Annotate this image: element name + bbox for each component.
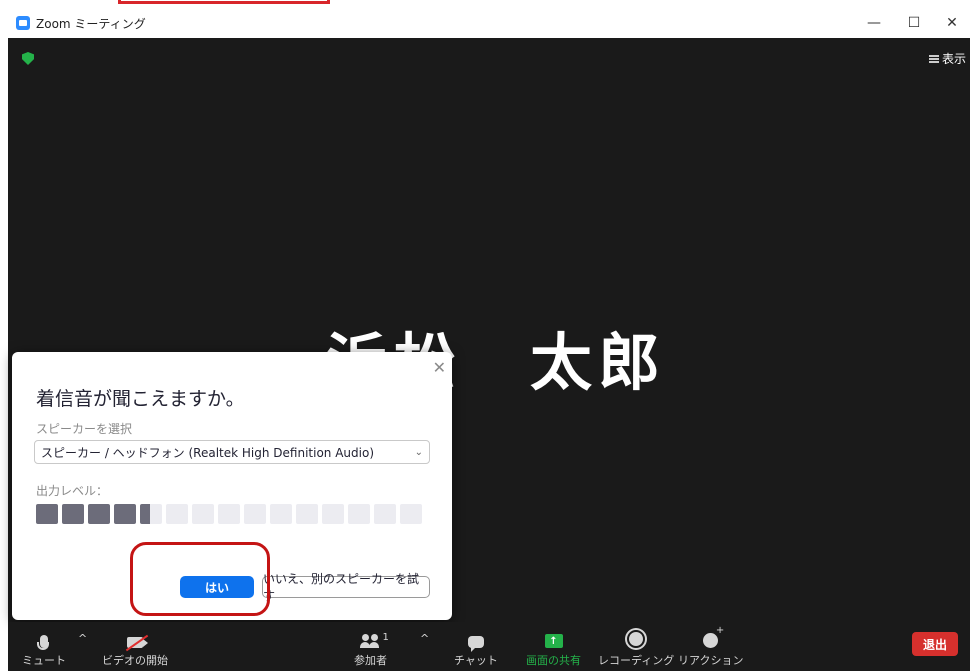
participants-options-caret-icon[interactable]: ^ [420,632,429,645]
share-screen-label: 画面の共有 [526,654,581,667]
video-off-icon [127,637,148,648]
level-segment [192,504,214,524]
dialog-close-icon[interactable]: ✕ [433,358,446,377]
level-segment [244,504,266,524]
chat-label: チャット [454,654,498,667]
annotation-highlight-circle [130,542,270,616]
reaction-label: リアクション [678,654,744,667]
level-segment [348,504,370,524]
record-button[interactable]: レコーディング [598,626,674,668]
microphone-icon [37,635,49,650]
level-segment [62,504,84,524]
mute-button[interactable]: ミュート [22,626,66,668]
level-segment [374,504,396,524]
minimize-button[interactable]: — [856,8,892,38]
close-window-button[interactable]: ✕ [934,8,970,38]
chevron-down-icon: ⌄ [414,446,423,458]
start-video-button[interactable]: ビデオの開始 [102,626,168,668]
level-segment [322,504,344,524]
level-segment [140,504,162,524]
reaction-button[interactable]: リアクション [678,625,744,668]
record-icon [627,630,646,648]
leave-meeting-button[interactable]: 退出 [912,632,958,656]
output-level-label: 出力レベル： [36,484,109,498]
audio-options-caret-icon[interactable]: ^ [78,632,87,645]
level-segment [36,504,58,524]
dialog-title: 着信音が聞こえますか。 [36,388,245,410]
maximize-button[interactable]: ☐ [896,8,932,38]
level-segment [114,504,136,524]
view-button[interactable]: 表示 [928,50,966,67]
speaker-dropdown[interactable]: スピーカー / ヘッドフォン (Realtek High Definition … [34,440,430,464]
title-bar: Zoom ミーティング — ☐ ✕ [8,8,970,38]
meeting-toolbar: ミュート ^ ビデオの開始 1 参加者 ^ チャット ↑ 画面の共有 レコーディ… [8,622,970,671]
zoom-app-icon [16,16,30,30]
output-level-meter [36,504,422,524]
start-video-label: ビデオの開始 [102,654,168,667]
speaker-dropdown-value: スピーカー / ヘッドフォン (Realtek High Definition … [41,445,374,460]
chat-button[interactable]: チャット [454,626,498,668]
participants-button[interactable]: 1 参加者 [354,626,389,668]
encryption-shield-icon[interactable] [22,52,34,65]
level-segment [218,504,240,524]
speaker-select-label: スピーカーを選択 [36,422,133,436]
reaction-emoji-icon [703,625,724,648]
participants-label: 参加者 [354,654,387,667]
participants-count: 1 [382,632,389,643]
level-segment [166,504,188,524]
window-title: Zoom ミーティング [36,16,146,31]
chat-icon [467,636,484,652]
share-screen-button[interactable]: ↑ 画面の共有 [526,626,581,668]
participants-icon: 1 [359,632,389,648]
level-segment [400,504,422,524]
level-segment [270,504,292,524]
view-button-label: 表示 [941,52,966,66]
mute-label: ミュート [22,654,66,667]
try-another-speaker-button[interactable]: いいえ、別のスピーカーを試す [262,572,430,603]
record-label: レコーディング [598,654,675,667]
share-screen-icon: ↑ [544,634,563,648]
annotation-box-top [118,0,330,4]
level-segment [296,504,318,524]
grid-icon [928,54,939,63]
level-segment [88,504,110,524]
